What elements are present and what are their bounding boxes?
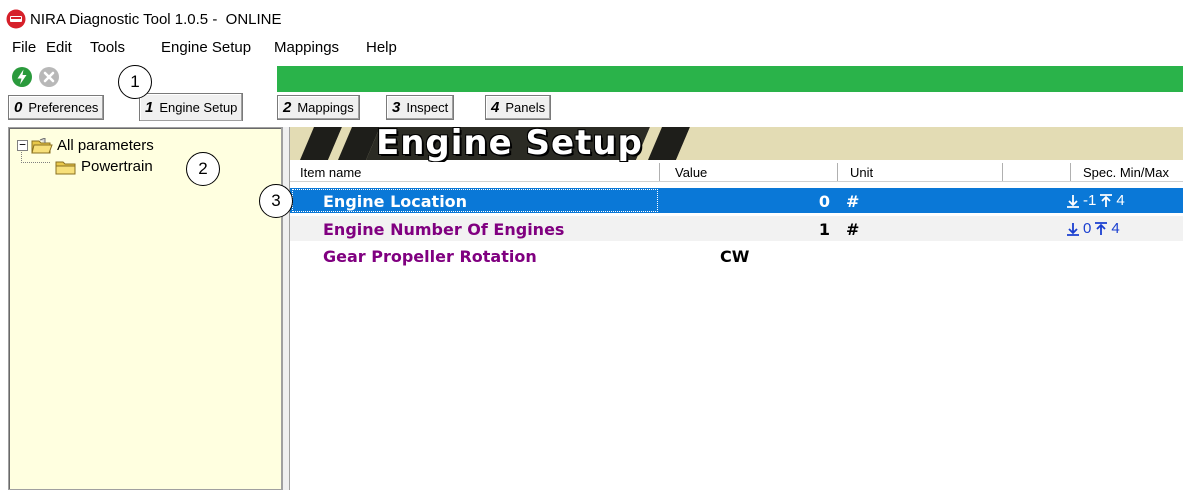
column-divider[interactable] — [1002, 163, 1003, 181]
tab-label: Engine Setup — [159, 100, 238, 115]
parameter-tree: − All parameters Powertrain — [8, 127, 282, 490]
toolbar — [0, 62, 1183, 92]
callout-2: 2 — [186, 152, 220, 186]
column-header-value[interactable]: Value — [675, 165, 707, 180]
column-header-unit[interactable]: Unit — [850, 165, 873, 180]
tab-number: 4 — [491, 99, 500, 116]
min-limit-icon — [1067, 194, 1079, 208]
spec-max: 4 — [1111, 220, 1120, 237]
tab-label: Mappings — [297, 100, 354, 115]
tree-node-label: Powertrain — [81, 158, 153, 175]
table-row-gear-propeller-rotation[interactable]: Gear Propeller Rotation CW — [290, 243, 1183, 268]
panel-banner: Engine Setup — [290, 123, 1183, 163]
item-value[interactable]: 0 — [760, 192, 830, 211]
tab-engine-setup[interactable]: 1 Engine Setup — [139, 93, 244, 121]
menu-mappings[interactable]: Mappings — [274, 39, 339, 56]
folder-icon — [55, 161, 76, 174]
tree-node-all-parameters[interactable]: − All parameters — [17, 137, 154, 154]
collapse-icon[interactable]: − — [17, 139, 28, 151]
app-logo-icon — [6, 9, 26, 29]
open-folder-icon — [31, 137, 53, 153]
column-header-spec[interactable]: Spec. Min/Max — [1083, 165, 1169, 180]
spec-range: -1 4 — [1063, 192, 1125, 209]
close-circle-icon[interactable] — [38, 66, 60, 88]
min-limit-icon — [1067, 222, 1079, 236]
table-row-number-of-engines[interactable]: Engine Number Of Engines 1 # 0 4 — [290, 216, 1183, 241]
max-limit-icon — [1100, 193, 1113, 207]
tab-preferences[interactable]: 0 Preferences — [8, 95, 105, 120]
spec-min: 0 — [1083, 220, 1092, 237]
spec-min: -1 — [1083, 192, 1097, 209]
tab-mappings[interactable]: 2 Mappings — [277, 95, 360, 120]
tab-label: Inspect — [406, 100, 449, 115]
tab-label: Panels — [505, 100, 546, 115]
tab-number: 2 — [283, 99, 292, 116]
item-name: Gear Propeller Rotation — [323, 247, 537, 266]
tab-number: 3 — [392, 99, 401, 116]
item-name: Engine Location — [323, 192, 468, 211]
spec-max: 4 — [1116, 192, 1125, 209]
tree-node-label: All parameters — [57, 137, 154, 154]
item-unit: # — [846, 192, 860, 211]
column-header-row: Item name Value Unit Spec. Min/Max — [290, 162, 1183, 182]
menu-file[interactable]: File — [12, 39, 36, 56]
column-header-item-name[interactable]: Item name — [300, 165, 361, 180]
spec-range: 0 4 — [1063, 220, 1120, 237]
column-divider[interactable] — [659, 163, 660, 181]
menu-engine-setup[interactable]: Engine Setup — [161, 39, 251, 56]
tab-label: Preferences — [28, 100, 99, 115]
tab-number: 1 — [145, 99, 154, 116]
tab-inspect[interactable]: 3 Inspect — [386, 95, 455, 120]
engine-setup-panel: Engine Setup Item name Value Unit Spec. … — [290, 123, 1183, 490]
panel-splitter[interactable] — [282, 127, 290, 490]
title-bar: NIRA Diagnostic Tool 1.0.5 - ONLINE — [0, 0, 1183, 38]
tab-panels[interactable]: 4 Panels — [485, 95, 552, 120]
menu-help[interactable]: Help — [366, 39, 397, 56]
callout-1: 1 — [118, 65, 152, 99]
menu-edit[interactable]: Edit — [46, 39, 72, 56]
column-divider[interactable] — [1070, 163, 1071, 181]
item-unit: # — [846, 220, 860, 239]
callout-3: 3 — [259, 184, 293, 218]
column-divider[interactable] — [837, 163, 838, 181]
window-title: NIRA Diagnostic Tool 1.0.5 - ONLINE — [30, 11, 282, 28]
lightning-circle-icon[interactable] — [11, 66, 33, 88]
table-row-engine-location[interactable]: Engine Location 0 # -1 4 — [290, 188, 1183, 213]
menu-tools[interactable]: Tools — [90, 39, 125, 56]
tab-number: 0 — [14, 99, 23, 116]
connection-progress-bar — [277, 66, 1183, 92]
item-value[interactable]: CW — [720, 247, 770, 266]
tree-node-powertrain[interactable]: Powertrain — [55, 158, 153, 175]
panel-title: Engine Setup — [376, 123, 643, 163]
item-value[interactable]: 1 — [760, 220, 830, 239]
item-name: Engine Number Of Engines — [323, 220, 565, 239]
max-limit-icon — [1095, 221, 1108, 235]
